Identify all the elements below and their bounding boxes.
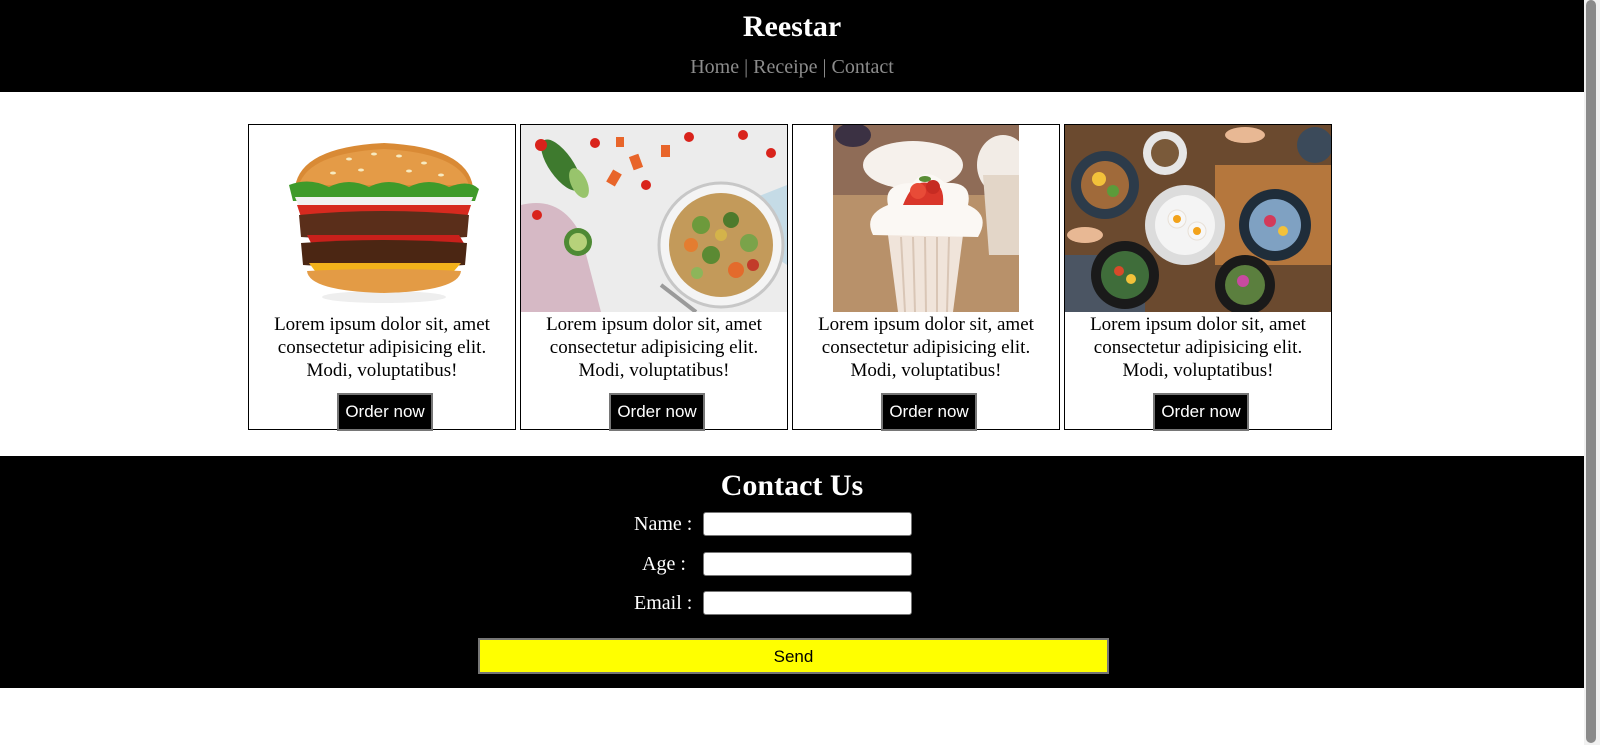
food-table-image bbox=[1065, 125, 1331, 312]
card-description: Lorem ipsum dolor sit, amet consectetur … bbox=[274, 314, 490, 381]
email-label: Email : bbox=[634, 592, 693, 614]
name-row: Name : bbox=[0, 512, 1584, 540]
nav-link-receipe[interactable]: Receipe bbox=[753, 56, 817, 78]
product-card: Lorem ipsum dolor sit, amet consectetur … bbox=[248, 124, 516, 431]
order-now-button[interactable]: Order now bbox=[609, 393, 705, 431]
email-row: Email : bbox=[0, 591, 1584, 619]
contact-title: Contact Us bbox=[720, 469, 864, 502]
card-description: Lorem ipsum dolor sit, amet consectetur … bbox=[1090, 314, 1306, 381]
page: Reestar Home | Receipe | Contact Lorem i… bbox=[0, 0, 1584, 745]
site-header: Reestar Home | Receipe | Contact bbox=[0, 0, 1584, 92]
card-description: Lorem ipsum dolor sit, amet consectetur … bbox=[546, 314, 762, 381]
order-now-button[interactable]: Order now bbox=[881, 393, 977, 431]
card-description: Lorem ipsum dolor sit, amet consectetur … bbox=[818, 314, 1034, 381]
send-button[interactable]: Send bbox=[478, 638, 1109, 674]
name-input[interactable] bbox=[703, 512, 912, 536]
nav-link-contact[interactable]: Contact bbox=[832, 56, 894, 78]
vertical-scrollbar[interactable] bbox=[1584, 0, 1600, 745]
order-now-button[interactable]: Order now bbox=[337, 393, 433, 431]
nav-separator: | bbox=[822, 56, 827, 78]
burger-image bbox=[249, 125, 515, 312]
age-row: Age : bbox=[0, 552, 1584, 580]
product-card: Lorem ipsum dolor sit, amet consectetur … bbox=[792, 124, 1060, 431]
product-card: Lorem ipsum dolor sit, amet consectetur … bbox=[1064, 124, 1332, 431]
email-input[interactable] bbox=[703, 591, 912, 615]
site-title: Reestar bbox=[742, 10, 842, 43]
age-label: Age : bbox=[642, 553, 686, 575]
order-now-button[interactable]: Order now bbox=[1153, 393, 1249, 431]
contact-section: Contact Us Name : Age : Email : Send bbox=[0, 456, 1584, 688]
main-nav: Home | Receipe | Contact bbox=[0, 55, 1584, 79]
age-input[interactable] bbox=[703, 552, 912, 576]
product-card: Lorem ipsum dolor sit, amet consectetur … bbox=[520, 124, 788, 431]
nav-separator: | bbox=[744, 56, 749, 78]
cupcake-image bbox=[833, 125, 1019, 312]
scrollbar-thumb[interactable] bbox=[1586, 0, 1596, 743]
name-label: Name : bbox=[634, 513, 693, 535]
salad-bowl-image bbox=[521, 125, 787, 312]
nav-link-home[interactable]: Home bbox=[690, 56, 739, 78]
